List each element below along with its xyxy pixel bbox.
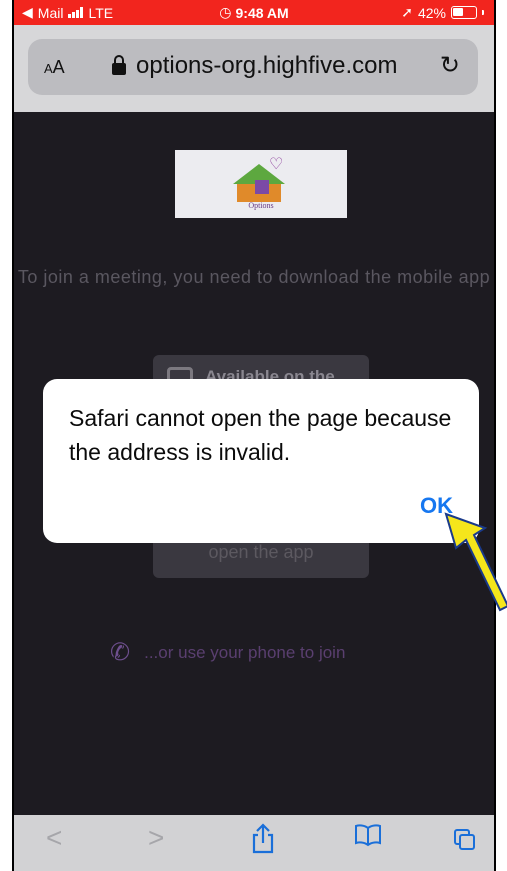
battery-percent: 42%: [417, 4, 446, 21]
alert-dialog: Safari cannot open the page because the …: [43, 379, 479, 543]
browser-topbar: AA options-org.highfive.com ↻: [14, 25, 494, 112]
status-right: ➚ 42%: [401, 4, 484, 21]
url-text: options-org.highfive.com: [136, 52, 398, 79]
clock-icon: ◷: [219, 4, 232, 20]
share-icon[interactable]: [250, 823, 276, 861]
logo-heart-icon: ♡: [269, 156, 284, 173]
forward-icon[interactable]: >: [148, 823, 164, 853]
battery-icon: [451, 6, 477, 19]
phone-icon: ✆: [110, 639, 131, 666]
battery-cap: [482, 10, 484, 15]
reload-icon[interactable]: ↻: [440, 51, 460, 80]
back-icon[interactable]: <: [46, 823, 62, 853]
status-bar: ◀ Mail LTE ◷ 9:48 AM ➚ 42%: [14, 0, 494, 25]
phone-join-link[interactable]: ✆ ...or use your phone to join: [110, 638, 345, 667]
ok-button[interactable]: OK: [420, 493, 453, 519]
text-size-button[interactable]: AA: [44, 57, 65, 78]
lock-icon: [112, 55, 126, 75]
location-icon: ➚: [401, 4, 413, 20]
address-bar[interactable]: AA options-org.highfive.com ↻: [28, 39, 478, 95]
logo-puzzle-piece: [255, 180, 269, 194]
options-logo: ♡ Options: [175, 150, 347, 218]
bookmarks-icon[interactable]: [354, 823, 382, 853]
url-field[interactable]: options-org.highfive.com: [112, 52, 397, 80]
phone-join-label: ...or use your phone to join: [144, 642, 346, 662]
bottom-toolbar: < >: [14, 815, 494, 871]
open-app-label: open the app: [208, 542, 314, 562]
logo-text: Options: [248, 201, 274, 210]
tabs-icon[interactable]: [454, 829, 476, 851]
status-time: 9:48 AM: [235, 4, 289, 21]
join-message: To join a meeting, you need to download …: [17, 267, 491, 287]
phone-screen: ◀ Mail LTE ◷ 9:48 AM ➚ 42% AA options-or…: [12, 0, 496, 871]
tabs-icon-front: [459, 834, 475, 850]
alert-message: Safari cannot open the page because the …: [69, 405, 452, 465]
